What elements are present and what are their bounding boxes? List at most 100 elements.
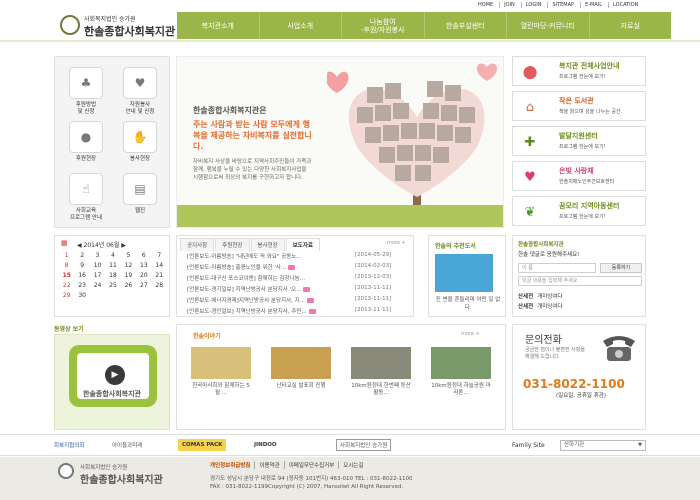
- quick-education[interactable]: ☝ 사회교육 프로그램 안내: [61, 173, 111, 222]
- story-card[interactable]: 한국마사회와 함께하는 5월 ...: [191, 347, 251, 397]
- calendar-day[interactable]: 9: [74, 262, 89, 272]
- banner-children-center[interactable]: ❦ 꿈모리 지역아동센터 프로그램 한눈에 보기!: [512, 196, 646, 226]
- calendar-day[interactable]: 10: [90, 262, 105, 272]
- util-link-home[interactable]: HOME: [474, 2, 497, 8]
- calendar-day[interactable]: 30: [74, 292, 89, 302]
- story-thumbnail: [191, 347, 251, 379]
- site-logo[interactable]: 사회복지법인 승가원 한솔종합사회복지관: [60, 13, 176, 39]
- story-card[interactable]: 10km원정대 한번째 등산활동...: [351, 347, 411, 397]
- calendar-day[interactable]: 6: [136, 252, 151, 262]
- story-more-link[interactable]: more +: [461, 331, 480, 337]
- calendar-day[interactable]: 29: [59, 292, 74, 302]
- list-item[interactable]: [언론보도-경기일보] 지역난방공사 분당지사 '오... [2013-11-11…: [187, 285, 407, 295]
- calendar-day[interactable]: 8: [59, 262, 74, 272]
- quick-webzine[interactable]: ▤ 웹진: [115, 173, 165, 215]
- calendar-day[interactable]: 20: [136, 272, 151, 282]
- visual-title: 한솔종합사회복지관은: [193, 106, 267, 115]
- banner-small-library[interactable]: ⌂ 작은 도서관 책을 읽으며 성을 나누는 공간.: [512, 91, 646, 121]
- name-field[interactable]: 이 름: [518, 263, 596, 273]
- list-item[interactable]: [언론보도-대구신 포스코이엔] 함께하는 김장나눔... [2013-12-03…: [187, 274, 407, 284]
- tab-donation-scene[interactable]: 후원현장: [215, 238, 250, 251]
- calendar-day[interactable]: 16: [74, 272, 89, 282]
- quick-volunteer-scene[interactable]: ✋ 봉사현장: [115, 121, 165, 163]
- quick-donation-method[interactable]: ♣ 후원방법 및 신청: [61, 67, 111, 116]
- partner-logo[interactable]: 사회복지법인 승가원: [336, 439, 392, 451]
- family-site-select[interactable]: ▼ 산하기관: [560, 440, 646, 451]
- new-badge-icon: [306, 298, 314, 303]
- calendar-day[interactable]: 13: [136, 262, 151, 272]
- calendar-day[interactable]: 26: [121, 282, 136, 292]
- calendar-day[interactable]: 24: [90, 282, 105, 292]
- calendar-day[interactable]: 21: [152, 272, 167, 282]
- calendar-day[interactable]: 11: [105, 262, 120, 272]
- nav-item-archive[interactable]: 자료실: [590, 12, 672, 39]
- calendar-day[interactable]: 17: [90, 272, 105, 282]
- story-section: 한솔이야기 more + 한국마사회와 함께하는 5월 ... 난타교실 발표회…: [176, 324, 506, 430]
- list-item[interactable]: [언론보도-경인일보] 지역난방공사 분당지사, 주민... [2013-11-1…: [187, 307, 407, 317]
- calendar-day[interactable]: 14: [152, 262, 167, 272]
- board-more-link[interactable]: more +: [387, 240, 406, 246]
- comment-input[interactable]: 댓글 내용을 입력해 주세요: [518, 276, 642, 286]
- calendar-day[interactable]: 4: [105, 252, 120, 262]
- calendar-day[interactable]: 7: [152, 252, 167, 262]
- submit-comment-button[interactable]: 등록하기: [600, 263, 642, 273]
- nav-item-community[interactable]: 열린마당-커뮤니티: [507, 12, 590, 39]
- contact-description: 궁금한 점이나 불편한 사항을 해결해 드립니다.: [525, 347, 585, 360]
- calendar-day[interactable]: 19: [121, 272, 136, 282]
- calendar-day[interactable]: 5: [121, 252, 136, 262]
- footer-logo-title: 한솔종합사회복지관: [80, 475, 163, 486]
- recommended-book[interactable]: 한솔의 추천도서 진 변을 흔들리며 어떤 일 없다.: [428, 235, 506, 317]
- nav-item-centers[interactable]: 한솔부설센터: [425, 12, 507, 39]
- logo-subtitle: 사회복지법인 승가원: [84, 16, 136, 23]
- banner-development-center[interactable]: ✚ 발달지원센터 프로그램 한눈에 보기!: [512, 126, 646, 156]
- banner-silver-house[interactable]: ♥ 은빛 사랑채 한솔치매노인주간보호센터: [512, 161, 646, 191]
- terms-link[interactable]: 이용약관: [254, 461, 283, 469]
- story-card[interactable]: 난타교실 발표회 진행: [271, 347, 331, 390]
- video-player[interactable]: ▶ 한솔종합사회복지관: [54, 334, 170, 430]
- photo-heart-tree-illustration: [327, 63, 498, 225]
- nav-item-about[interactable]: 복지관소개: [177, 12, 260, 39]
- list-item[interactable]: [언론보도-아름방송] "내년에도 꼭 와요" 공동노... [2014-05-2…: [187, 252, 407, 262]
- story-card[interactable]: 10km원정대 하늘공원 마라톤...: [431, 347, 491, 397]
- privacy-policy-link[interactable]: 개인정보취급방침: [206, 461, 254, 469]
- partner-logo[interactable]: 아이들과미래: [112, 439, 142, 451]
- tv-screen: ▶ 한솔종합사회복지관: [77, 353, 149, 399]
- calendar-day-today[interactable]: 15: [59, 272, 74, 282]
- contact-phone-number: 031-8022-1100: [523, 377, 625, 391]
- calendar-day[interactable]: 22: [59, 282, 74, 292]
- util-link-login[interactable]: LOGIN: [520, 2, 546, 8]
- partner-logo[interactable]: 회복지협의회: [54, 439, 84, 451]
- tab-volunteer-scene[interactable]: 봉사현장: [250, 238, 285, 251]
- calendar-day[interactable]: 28: [152, 282, 167, 292]
- next-month-button[interactable]: ▶: [119, 242, 126, 249]
- calendar-day[interactable]: 12: [121, 262, 136, 272]
- quick-donation-scene[interactable]: ● 후원현장: [61, 121, 111, 163]
- partner-logo[interactable]: JINDOO: [254, 439, 277, 451]
- calendar-day[interactable]: 1: [59, 252, 74, 262]
- list-item[interactable]: [언론보도-에너지경제]지역난방공사 분당지사, 지... [2013-11-11…: [187, 296, 407, 306]
- util-link-sitemap[interactable]: SITEMAP: [547, 2, 578, 8]
- email-refusal-link[interactable]: 이메일무단수집거부: [283, 461, 339, 469]
- nav-item-donation[interactable]: 나눔참여 -후원/자원봉사: [342, 12, 425, 39]
- util-link-join[interactable]: JOIN: [499, 2, 519, 8]
- calendar-day[interactable]: 25: [105, 282, 120, 292]
- calendar-day[interactable]: 27: [136, 282, 151, 292]
- directions-link[interactable]: 오시는길: [338, 461, 367, 469]
- util-link-email[interactable]: E-MAIL: [580, 2, 606, 8]
- util-link-location[interactable]: LOCATION: [608, 2, 642, 8]
- tab-press[interactable]: 보도자료: [285, 238, 320, 251]
- quick-volunteer[interactable]: ♥ 자원봉사 안내 및 신청: [115, 67, 165, 116]
- family-site-label: Family Site: [512, 442, 545, 449]
- calendar-day[interactable]: 23: [74, 282, 89, 292]
- banner-all-programs[interactable]: ⬤ 복지관 전체사업안내 프로그램 한눈에 보기!: [512, 56, 646, 86]
- list-item[interactable]: [언론보도-아름방송] 홍콩노인을 위한 '사... [2014-02-03]: [187, 263, 407, 273]
- play-icon[interactable]: ▶: [105, 365, 125, 385]
- board-tabs: 공지사항 후원현장 봉사현장 보도자료: [180, 238, 321, 251]
- utility-links: HOME JOIN LOGIN SITEMAP E-MAIL LOCATION: [474, 2, 642, 8]
- tab-notice[interactable]: 공지사항: [180, 238, 215, 251]
- partner-logo[interactable]: COMAS PACK: [178, 439, 227, 451]
- nav-item-programs[interactable]: 사업소개: [260, 12, 342, 39]
- calendar-day[interactable]: 18: [105, 272, 120, 282]
- calendar-day[interactable]: 3: [90, 252, 105, 262]
- calendar-day[interactable]: 2: [74, 252, 89, 262]
